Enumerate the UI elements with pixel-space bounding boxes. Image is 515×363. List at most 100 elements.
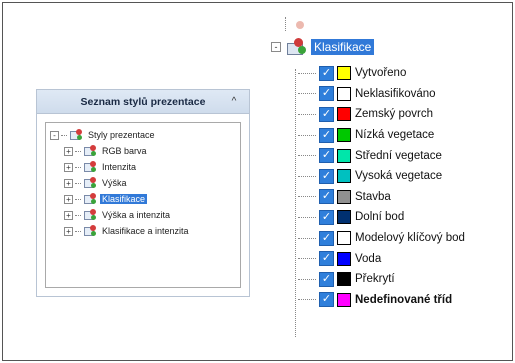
tree-item-label: Styly prezentace (88, 130, 155, 140)
class-color-swatch[interactable] (337, 107, 351, 122)
class-item[interactable]: ✓ Voda (298, 248, 465, 269)
class-checkbox[interactable]: ✓ (319, 271, 334, 287)
class-item[interactable]: ✓ Dolní bod (298, 207, 465, 228)
tree-root-classification[interactable]: - Klasifikace (271, 37, 375, 57)
class-item[interactable]: ✓ Střední vegetace (298, 145, 465, 166)
classification-root-label[interactable]: Klasifikace (311, 39, 375, 55)
class-checkbox[interactable]: ✓ (319, 65, 334, 81)
class-color-swatch[interactable] (337, 148, 351, 163)
tree-item-label: Výška (102, 178, 127, 188)
expand-icon[interactable]: + (64, 194, 73, 204)
tree-connector (298, 113, 316, 115)
styles-tree[interactable]: - Styly prezentace + RGB barva + Intenzita +… (45, 122, 241, 288)
class-color-swatch[interactable] (337, 272, 351, 287)
class-checkbox[interactable]: ✓ (319, 209, 334, 225)
style-icon (83, 161, 97, 173)
presentation-styles-panel: Seznam stylů prezentace ^ - Styly prezen… (36, 89, 250, 297)
tree-item[interactable]: + Klasifikace a intenzita (50, 223, 240, 239)
class-label: Nedefinované tříd (355, 293, 453, 306)
class-color-swatch[interactable] (337, 189, 351, 204)
class-item[interactable]: ✓ Neklasifikováno (298, 84, 465, 105)
class-checkbox[interactable]: ✓ (319, 230, 334, 246)
tree-connector (75, 198, 81, 200)
class-color-swatch[interactable] (337, 210, 351, 225)
partial-node-icon (296, 21, 304, 29)
expand-icon[interactable]: + (64, 226, 73, 236)
tree-item[interactable]: + Výška (50, 175, 240, 191)
expand-icon[interactable]: + (64, 178, 73, 188)
class-checkbox[interactable]: ✓ (319, 106, 334, 122)
tree-connector (298, 278, 316, 280)
tree-item[interactable]: + RGB barva (50, 143, 240, 159)
expand-icon[interactable]: + (64, 146, 73, 156)
collapse-icon[interactable]: - (271, 42, 281, 52)
class-color-swatch[interactable] (337, 251, 351, 266)
tree-item[interactable]: + Klasifikace (50, 191, 240, 207)
class-checkbox[interactable]: ✓ (319, 251, 334, 267)
tree-connector (75, 150, 81, 152)
class-label: Stavba (355, 190, 391, 203)
class-checkbox[interactable]: ✓ (319, 127, 334, 143)
class-item[interactable]: ✓ Nedefinované tříd (298, 290, 465, 311)
class-label: Voda (355, 252, 382, 265)
tree-connector (298, 72, 316, 74)
tree-item-label: Klasifikace (100, 194, 148, 204)
class-color-swatch[interactable] (337, 231, 351, 246)
tree-connector (298, 299, 316, 301)
tree-item-label: RGB barva (102, 146, 147, 156)
class-label: Zemský povrch (355, 108, 433, 121)
class-item[interactable]: ✓ Nízká vegetace (298, 125, 465, 146)
tree-connector (298, 237, 316, 239)
class-item[interactable]: ✓ Stavba (298, 187, 465, 208)
class-item[interactable]: ✓ Zemský povrch (298, 104, 465, 125)
class-label: Střední vegetace (355, 149, 442, 162)
class-label: Neklasifikováno (355, 87, 436, 100)
class-checkbox[interactable]: ✓ (319, 148, 334, 164)
tree-connector (298, 93, 316, 95)
classification-style-icon (286, 38, 308, 56)
panel-title: Seznam stylů prezentace (80, 95, 206, 108)
tree-item-label: Klasifikace a intenzita (102, 226, 189, 236)
class-label: Dolní bod (355, 211, 405, 224)
panel-header: Seznam stylů prezentace ^ (37, 90, 249, 114)
tree-connector (75, 230, 81, 232)
class-checkbox[interactable]: ✓ (319, 86, 334, 102)
class-list: ✓ Vytvořeno ✓ Neklasifikováno ✓ Zemský povrch… (298, 63, 465, 310)
tree-connector (298, 134, 316, 136)
class-item[interactable]: ✓ Vysoká vegetace (298, 166, 465, 187)
tree-connector (75, 214, 81, 216)
class-label: Modelový klíčový bod (355, 232, 465, 245)
class-checkbox[interactable]: ✓ (319, 292, 334, 308)
tree-connector (61, 134, 67, 136)
style-icon (83, 209, 97, 221)
tree-vertical-connector (295, 69, 296, 337)
collapse-icon[interactable]: - (50, 130, 59, 140)
class-color-swatch[interactable] (337, 66, 351, 81)
tree-connector (298, 175, 316, 177)
tree-connector (75, 182, 81, 184)
class-item[interactable]: ✓ Modelový klíčový bod (298, 228, 465, 249)
expand-icon[interactable]: + (64, 162, 73, 172)
class-color-swatch[interactable] (337, 292, 351, 307)
tree-connector (298, 216, 316, 218)
style-folder-icon (69, 129, 83, 141)
expand-icon[interactable]: + (64, 210, 73, 220)
tree-root-styles[interactable]: - Styly prezentace (50, 127, 240, 143)
tree-item[interactable]: + Intenzita (50, 159, 240, 175)
screenshot-frame: Seznam stylů prezentace ^ - Styly prezen… (2, 2, 513, 361)
tree-connector (298, 155, 316, 157)
class-label: Vytvořeno (355, 67, 407, 80)
collapse-chevron-icon[interactable]: ^ (227, 94, 241, 108)
class-item[interactable]: ✓ Vytvořeno (298, 63, 465, 84)
class-checkbox[interactable]: ✓ (319, 168, 334, 184)
class-item[interactable]: ✓ Překrytí (298, 269, 465, 290)
classification-tree[interactable]: - Klasifikace ✓ Vytvořeno ✓ Neklasifikováno… (268, 17, 504, 339)
class-checkbox[interactable]: ✓ (319, 189, 334, 205)
class-color-swatch[interactable] (337, 169, 351, 184)
tree-item[interactable]: + Výška a intenzita (50, 207, 240, 223)
class-color-swatch[interactable] (337, 128, 351, 143)
tree-item-label: Intenzita (102, 162, 137, 172)
style-icon (83, 145, 97, 157)
class-color-swatch[interactable] (337, 86, 351, 101)
style-icon (83, 193, 97, 205)
